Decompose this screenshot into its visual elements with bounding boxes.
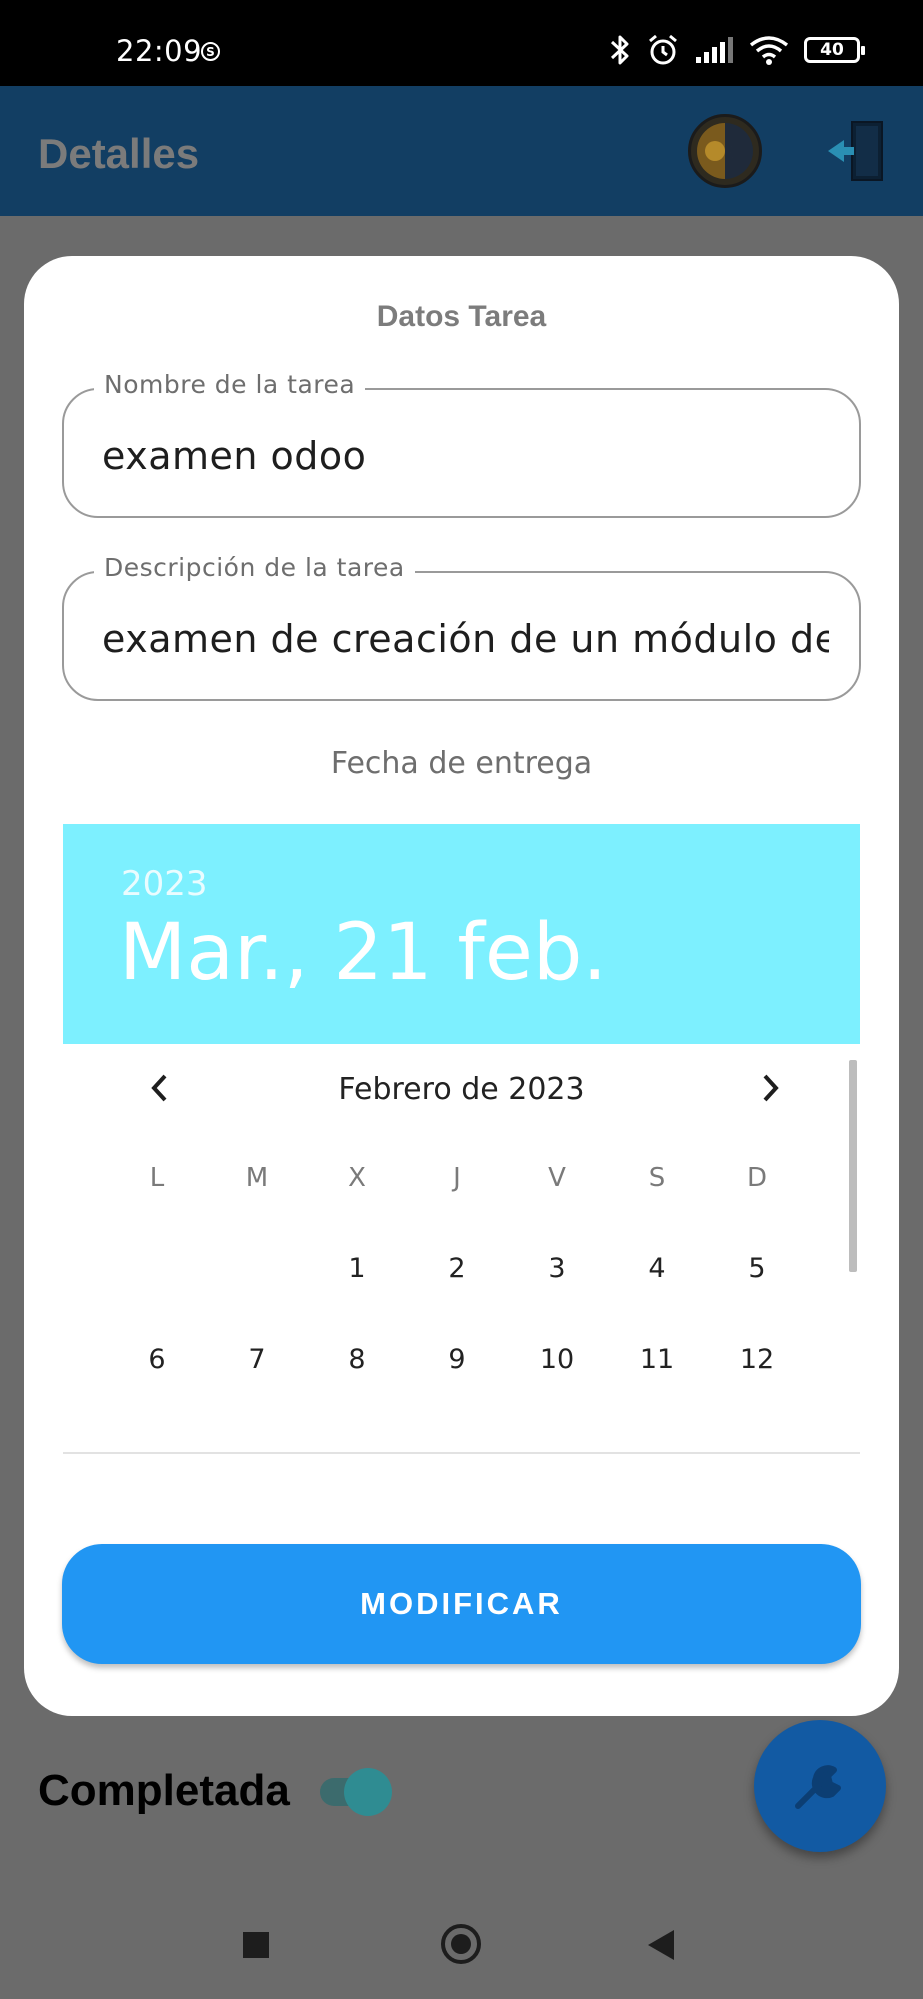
completed-label: Completada [38, 1766, 290, 1815]
wrench-icon [795, 1765, 841, 1809]
calendar-scrollbar[interactable] [849, 1060, 857, 1272]
sun-moon-icon [697, 123, 753, 179]
status-time: 22:09 [116, 34, 203, 68]
date-picker-month: Febrero de 2023 [338, 1072, 585, 1107]
app-bar: Detalles [0, 86, 923, 216]
bluetooth-icon [610, 35, 629, 65]
page-title: Detalles [38, 130, 200, 177]
status-icons: 40 [608, 30, 865, 70]
modify-button[interactable]: MODIFICAR [62, 1544, 861, 1664]
task-name-field[interactable]: Nombre de la tarea examen odoo [62, 370, 861, 518]
date-picker-calendar: Febrero de 2023 L M X J V S D 1 2 3 4 5 … [63, 1044, 860, 1454]
calendar-day[interactable]: 7 [207, 1340, 307, 1431]
date-picker-selected-date: Mar., 21 feb. [119, 908, 608, 998]
calendar-day[interactable]: 6 [107, 1340, 207, 1431]
task-description-field[interactable]: Descripción de la tarea examen de creaci… [62, 553, 861, 701]
calendar-day[interactable]: 9 [407, 1340, 507, 1431]
s-notification-icon: S [201, 42, 220, 61]
recents-icon[interactable] [243, 1932, 269, 1958]
task-description-label: Descripción de la tarea [94, 553, 415, 582]
logout-door-icon [828, 121, 883, 181]
calendar-day [207, 1249, 307, 1340]
battery-icon: 40 [804, 37, 865, 63]
battery-level: 40 [820, 40, 844, 60]
task-name-input[interactable]: examen odoo [102, 434, 829, 478]
weekday-label: D [746, 1163, 768, 1193]
due-date-caption: Fecha de entrega [330, 746, 593, 781]
wifi-icon [749, 36, 789, 65]
dialog-title: Datos Tarea [376, 300, 547, 333]
divider [63, 1452, 860, 1454]
task-dialog: Datos Tarea Nombre de la tarea examen od… [24, 256, 899, 1716]
calendar-day[interactable]: 10 [507, 1340, 607, 1431]
weekday-label: J [453, 1163, 461, 1193]
calendar-day[interactable]: 12 [707, 1340, 807, 1431]
task-name-label: Nombre de la tarea [94, 370, 366, 399]
logout-button[interactable] [822, 116, 892, 186]
calendar-day[interactable]: 2 [407, 1249, 507, 1340]
date-picker-year[interactable]: 2023 [121, 864, 208, 904]
calendar-day[interactable]: 4 [607, 1249, 707, 1340]
calendar-day[interactable]: 3 [507, 1249, 607, 1340]
status-bar: 22:09 S 40 [0, 0, 923, 86]
back-icon[interactable] [648, 1930, 674, 1960]
weekday-label: S [648, 1163, 666, 1193]
chevron-right-icon [763, 1074, 779, 1102]
calendar-day[interactable]: 11 [607, 1340, 707, 1431]
weekday-label: V [548, 1163, 566, 1193]
weekday-label: X [348, 1163, 366, 1193]
calendar-day[interactable]: 1 [307, 1249, 407, 1340]
calendar-day[interactable]: 8 [307, 1340, 407, 1431]
calendar-day[interactable]: 5 [707, 1249, 807, 1340]
completed-switch[interactable] [344, 1768, 392, 1816]
calendar-grid: L M X J V S D 1 2 3 4 5 6 7 8 9 10 11 12 [107, 1158, 807, 1431]
theme-toggle-button[interactable] [688, 114, 762, 188]
edit-fab-button[interactable] [754, 1720, 886, 1852]
signal-icon [696, 37, 733, 63]
task-description-input[interactable]: examen de creación de un módulo de [102, 617, 829, 661]
home-icon[interactable] [441, 1924, 481, 1964]
calendar-day [107, 1249, 207, 1340]
alarm-icon [649, 34, 677, 65]
weekday-label: L [149, 1163, 165, 1193]
weekday-label: M [245, 1163, 269, 1193]
next-month-button[interactable] [751, 1068, 791, 1108]
date-picker-header: 2023 Mar., 21 feb. [63, 824, 860, 1044]
